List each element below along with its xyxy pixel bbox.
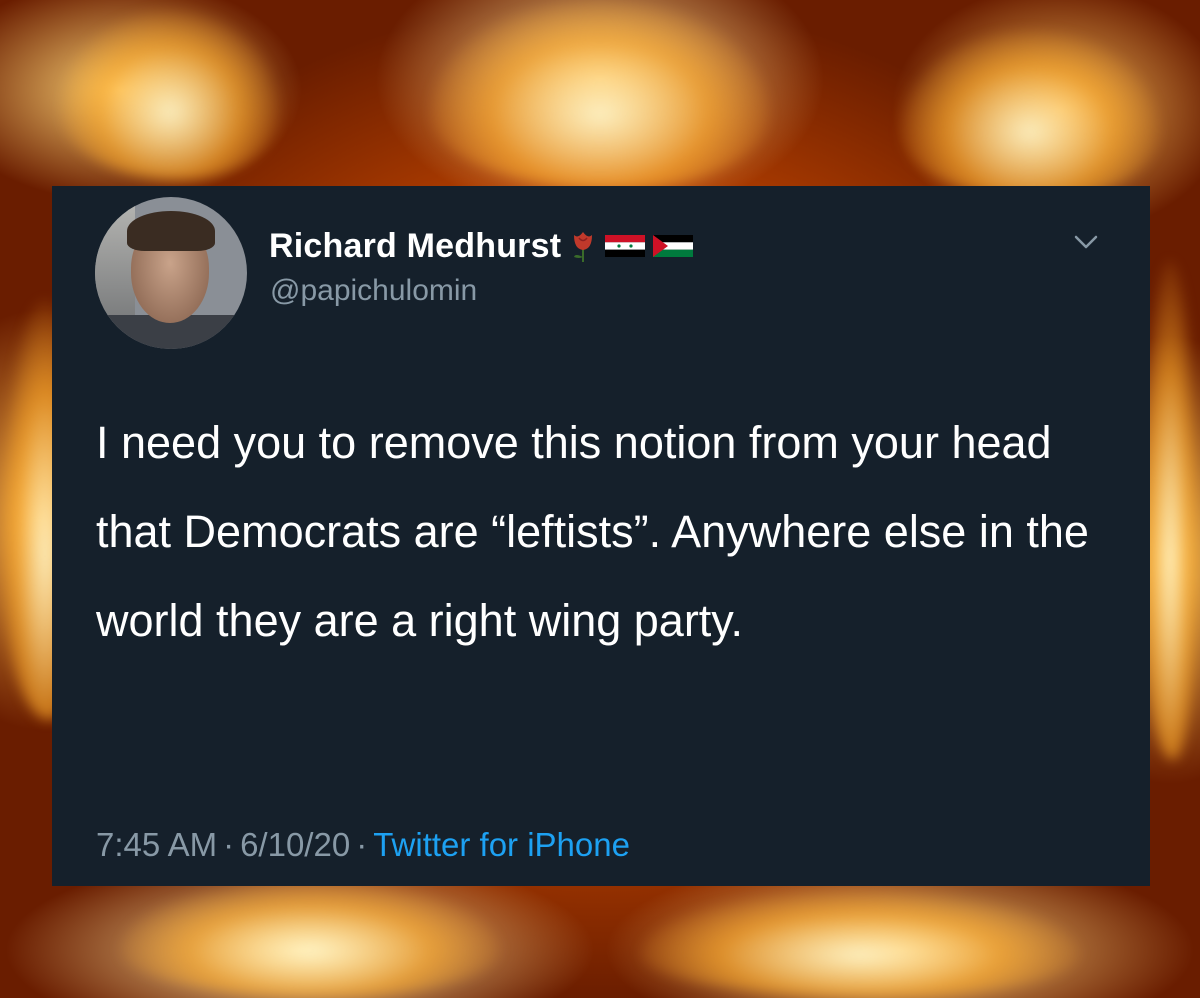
- meta-separator: ·: [356, 826, 368, 863]
- tweet-text: I need you to remove this notion from yo…: [96, 417, 1089, 646]
- palestine-flag-icon: [653, 235, 694, 257]
- tweet-meta: 7:45 AM · 6/10/20 · Twitter for iPhone: [96, 826, 630, 864]
- handle[interactable]: @papichulomin: [270, 274, 477, 308]
- syria-flag-icon: [605, 235, 646, 257]
- avatar[interactable]: [95, 197, 247, 349]
- meta-separator: ·: [223, 826, 235, 863]
- display-name[interactable]: Richard Medhurst: [269, 227, 561, 266]
- rose-icon: [574, 232, 593, 262]
- tweet-card: Richard Medhurst @papichulomin I need yo…: [52, 186, 1150, 886]
- tweet-time[interactable]: 7:45 AM: [96, 826, 217, 863]
- author-name-row: Richard Medhurst: [269, 224, 694, 268]
- tweet-source-link[interactable]: Twitter for iPhone: [373, 826, 630, 863]
- tweet-date[interactable]: 6/10/20: [240, 826, 350, 863]
- chevron-down-icon[interactable]: [1072, 232, 1100, 252]
